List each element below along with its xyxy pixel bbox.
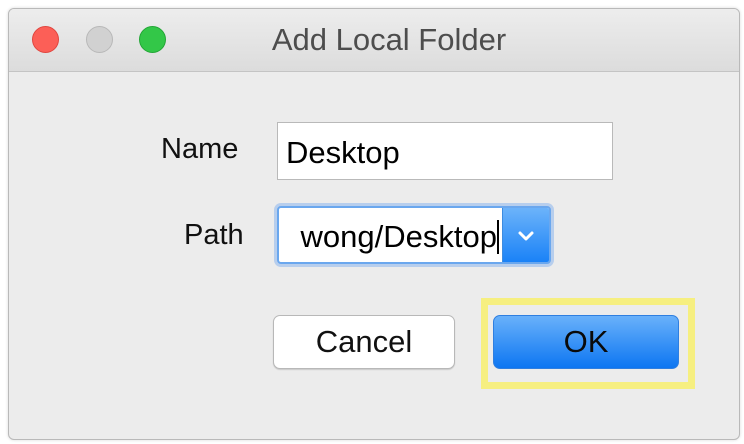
cancel-button[interactable]: Cancel (273, 315, 455, 369)
chevron-down-icon (518, 231, 534, 241)
text-caret (497, 220, 499, 254)
window-title: Add Local Folder (271, 22, 507, 57)
name-input[interactable]: Desktop (277, 122, 613, 180)
path-combo-box[interactable]: wong/Desktop (277, 206, 551, 264)
dialog-window: Add Local Folder Name Desktop Path wong/… (8, 8, 740, 440)
title-bar[interactable]: Add Local Folder (9, 9, 739, 72)
ok-button[interactable]: OK (493, 315, 679, 369)
name-label: Name (161, 133, 239, 165)
path-input[interactable]: wong/Desktop (301, 219, 497, 255)
path-dropdown-button[interactable] (502, 208, 549, 262)
path-label: Path (184, 219, 244, 251)
